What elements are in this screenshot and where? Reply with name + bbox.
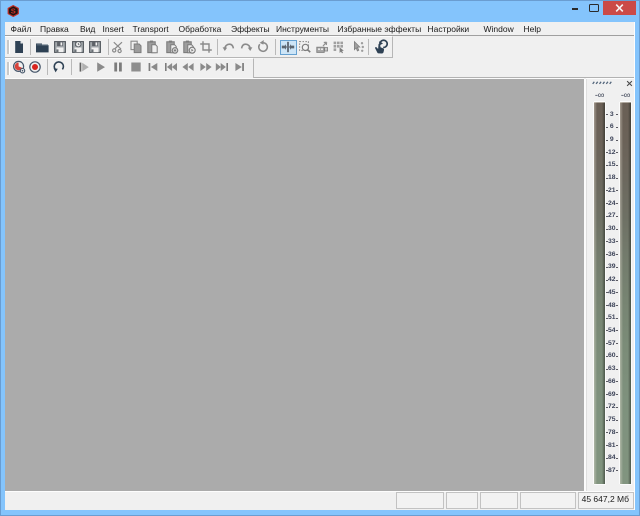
svg-text:S: S (11, 6, 16, 15)
